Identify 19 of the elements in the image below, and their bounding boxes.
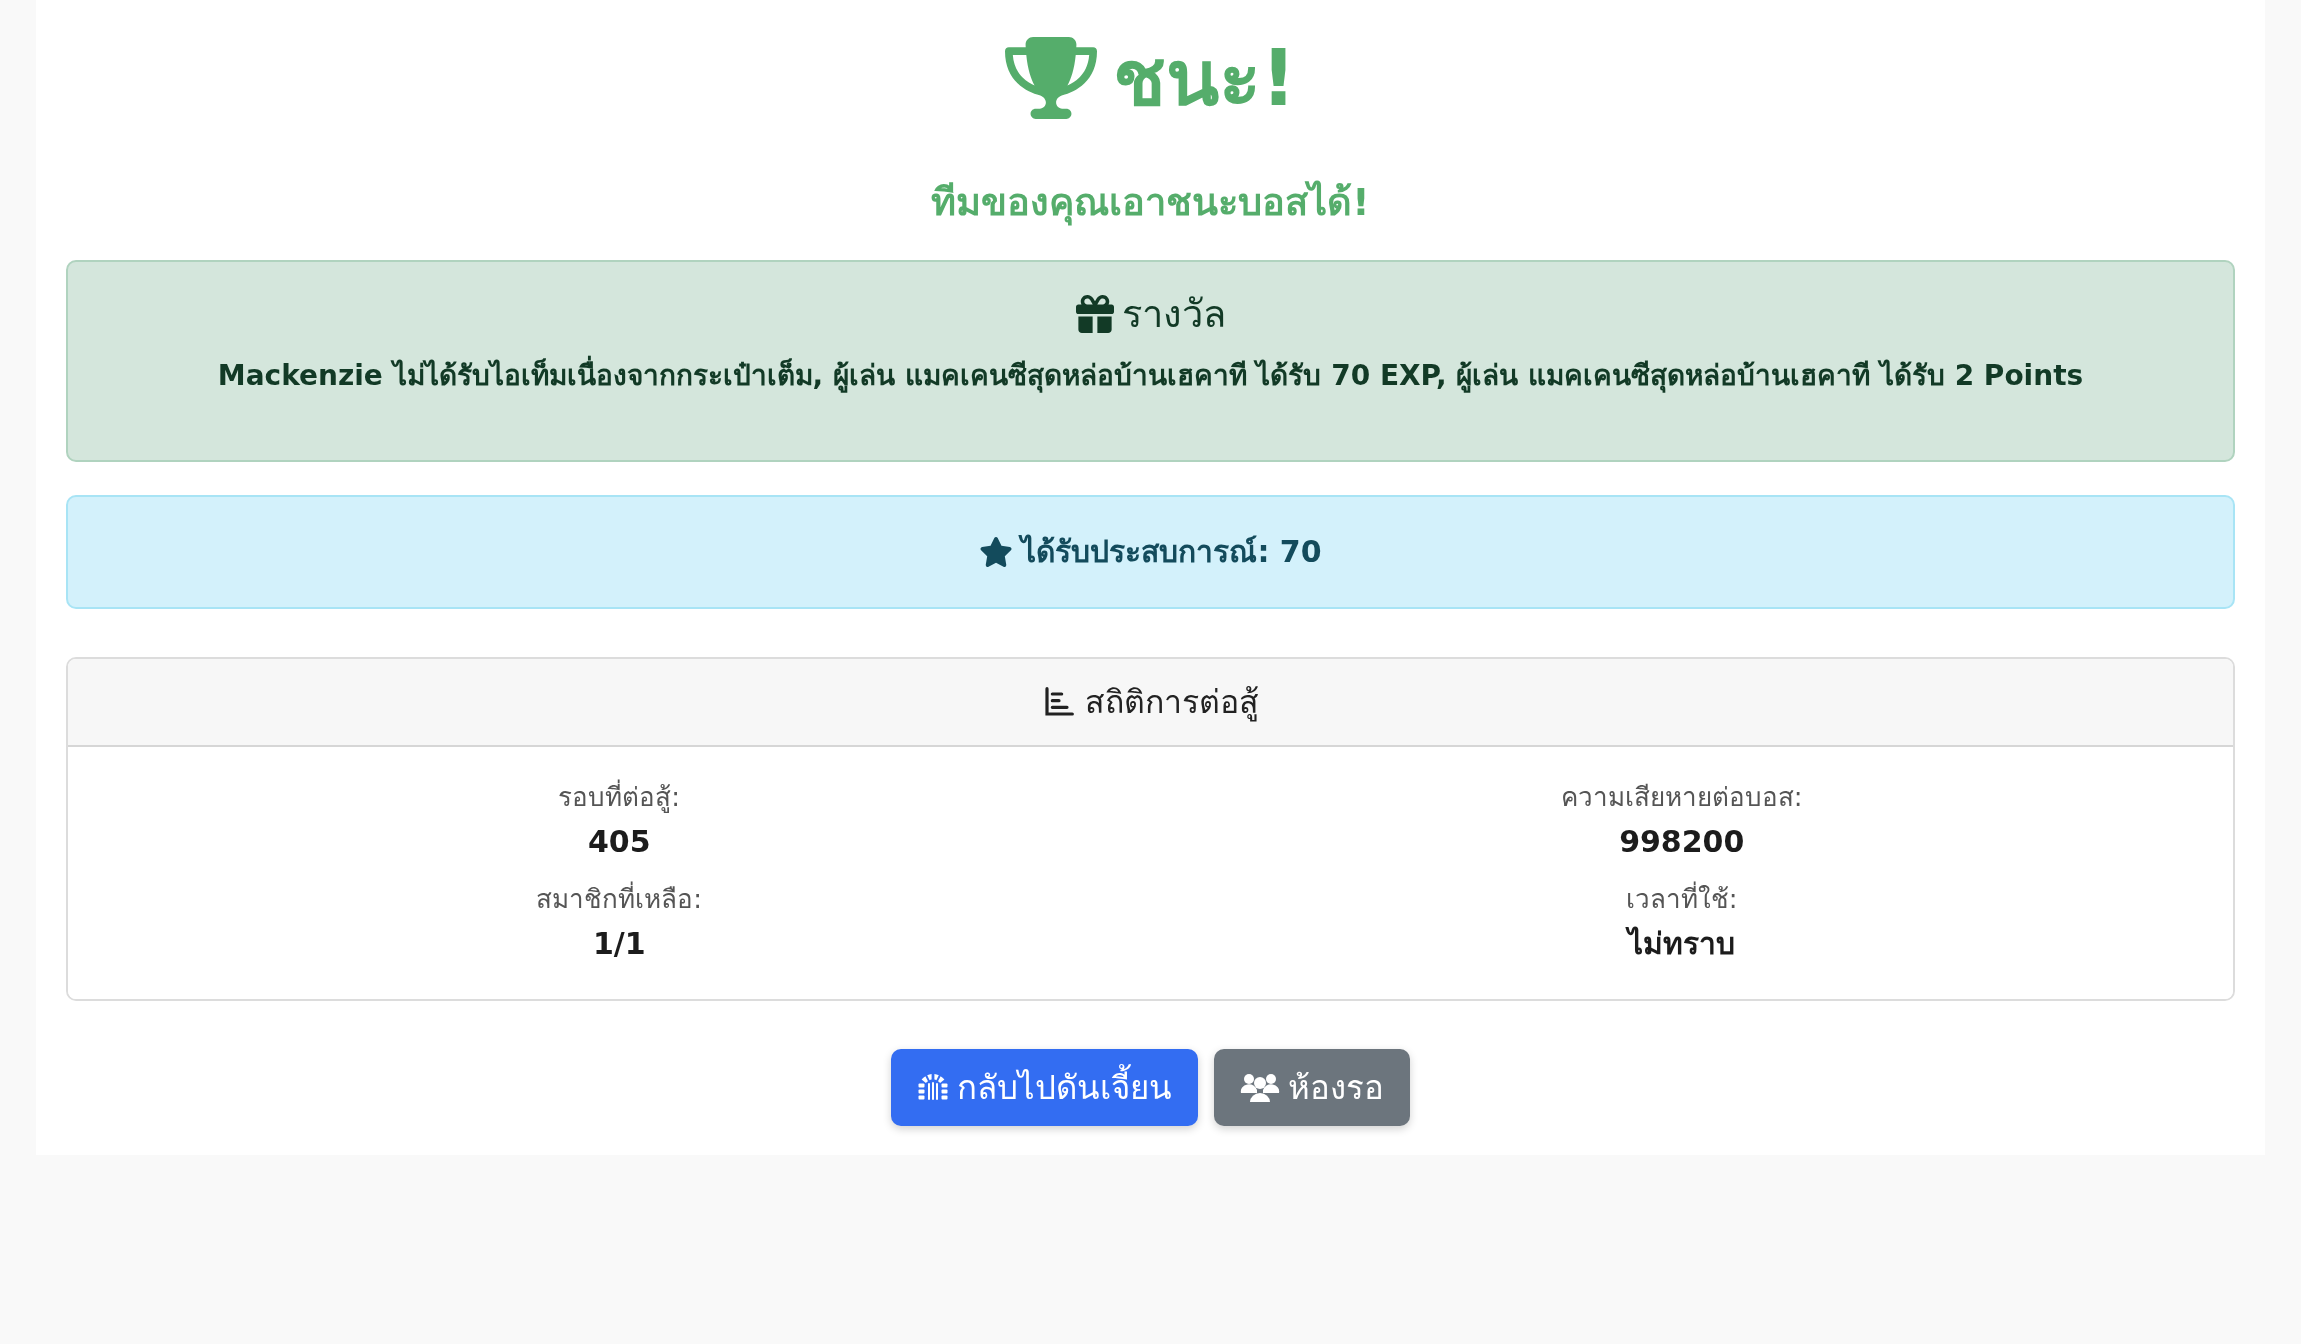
back-to-dungeon-button[interactable]: กลับไปดันเจี้ยน xyxy=(891,1049,1198,1126)
stats-title: สถิติการต่อสู้ xyxy=(1084,682,1259,724)
stat-label: เวลาที่ใช้: xyxy=(1625,879,1738,919)
reward-message: Mackenzie ไม่ได้รับไอเท็มเนื่องจากกระเป๋าเต็ม, ผู้เล่น แมคเคนซีสุดหล่อบ้านเฮคาที ได้รับ 70 EXP, ผู้เล่น แมคเคนซีสุดหล่อบ้านเฮคาที ได้รับ 2 Points xyxy=(98,354,2203,398)
gift-icon xyxy=(1075,295,1114,333)
lobby-button[interactable]: ห้องรอ xyxy=(1214,1049,1410,1126)
users-icon xyxy=(1240,1072,1280,1103)
stat-value: 1/1 xyxy=(592,925,646,963)
bar-chart-icon xyxy=(1042,686,1075,718)
victory-subtitle: ทีมของคุณเอาชนะบอสได้! xyxy=(930,179,1371,228)
stat-value: 998200 xyxy=(1619,823,1745,861)
stat-label: รอบที่ต่อสู้: xyxy=(558,777,681,817)
reward-title: รางวัล xyxy=(1121,291,1226,338)
stat-value: 405 xyxy=(587,823,651,861)
star-icon xyxy=(979,537,1014,567)
stat-label: สมาชิกที่เหลือ: xyxy=(536,879,703,919)
victory-title: ชนะ! xyxy=(1112,32,1297,125)
stat-label: ความเสียหายต่อบอส: xyxy=(1560,781,1803,814)
trophy-icon xyxy=(1004,37,1097,119)
